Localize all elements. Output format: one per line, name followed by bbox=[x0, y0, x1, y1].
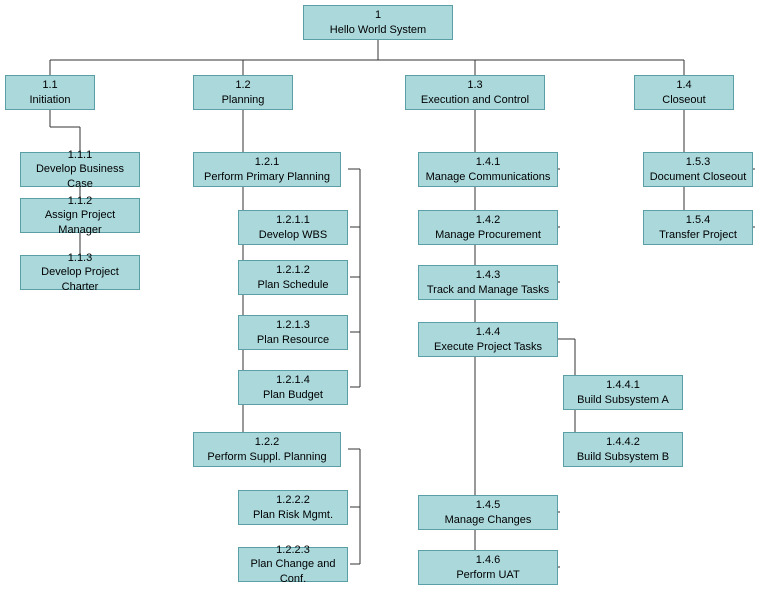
node-112: 1.1.2 Assign Project Manager bbox=[20, 198, 140, 233]
node-144: 1.4.4 Execute Project Tasks bbox=[418, 322, 558, 357]
node-121-label: Perform Primary Planning bbox=[204, 170, 330, 184]
node-12-label: Planning bbox=[222, 93, 265, 107]
node-1211: 1.2.1.1 Develop WBS bbox=[238, 210, 348, 245]
node-142-id: 1.4.2 bbox=[476, 213, 500, 227]
node-112-label: Assign Project Manager bbox=[25, 208, 135, 237]
node-122: 1.2.2 Perform Suppl. Planning bbox=[193, 432, 341, 467]
node-1213: 1.2.1.3 Plan Resource bbox=[238, 315, 348, 350]
node-1212-label: Plan Schedule bbox=[258, 278, 329, 292]
node-1214-id: 1.2.1.4 bbox=[276, 373, 310, 387]
node-12-id: 1.2 bbox=[235, 78, 250, 92]
node-145-id: 1.4.5 bbox=[476, 498, 500, 512]
node-141-label: Manage Communications bbox=[426, 170, 551, 184]
node-112-id: 1.1.2 bbox=[68, 194, 92, 208]
node-1441-label: Build Subsystem A bbox=[577, 393, 669, 407]
node-1442-id: 1.4.4.2 bbox=[606, 435, 640, 449]
node-1212-id: 1.2.1.2 bbox=[276, 263, 310, 277]
node-122-label: Perform Suppl. Planning bbox=[207, 450, 326, 464]
node-root-id: 1 bbox=[375, 8, 381, 22]
node-143-label: Track and Manage Tasks bbox=[427, 283, 549, 297]
node-14: 1.4 Closeout bbox=[634, 75, 734, 110]
node-143: 1.4.3 Track and Manage Tasks bbox=[418, 265, 558, 300]
node-146-id: 1.4.6 bbox=[476, 553, 500, 567]
node-14-id: 1.4 bbox=[676, 78, 691, 92]
node-154-label: Transfer Project bbox=[659, 228, 737, 242]
node-142: 1.4.2 Manage Procurement bbox=[418, 210, 558, 245]
node-1222-label: Plan Risk Mgmt. bbox=[253, 508, 333, 522]
node-142-label: Manage Procurement bbox=[435, 228, 541, 242]
node-1441-id: 1.4.4.1 bbox=[606, 378, 640, 392]
node-154: 1.5.4 Transfer Project bbox=[643, 210, 753, 245]
node-13-id: 1.3 bbox=[467, 78, 482, 92]
node-11: 1.1 Initiation bbox=[5, 75, 95, 110]
node-1222-id: 1.2.2.2 bbox=[276, 493, 310, 507]
node-13: 1.3 Execution and Control bbox=[405, 75, 545, 110]
node-146-label: Perform UAT bbox=[456, 568, 519, 582]
node-121-id: 1.2.1 bbox=[255, 155, 279, 169]
node-145-label: Manage Changes bbox=[445, 513, 532, 527]
node-1213-id: 1.2.1.3 bbox=[276, 318, 310, 332]
node-1442: 1.4.4.2 Build Subsystem B bbox=[563, 432, 683, 467]
node-141-id: 1.4.1 bbox=[476, 155, 500, 169]
node-1223: 1.2.2.3 Plan Change and Conf. bbox=[238, 547, 348, 582]
node-1222: 1.2.2.2 Plan Risk Mgmt. bbox=[238, 490, 348, 525]
node-153-label: Document Closeout bbox=[650, 170, 747, 184]
node-14-label: Closeout bbox=[662, 93, 705, 107]
node-111-label: Develop Business Case bbox=[25, 162, 135, 191]
node-1442-label: Build Subsystem B bbox=[577, 450, 669, 464]
node-11-label: Initiation bbox=[30, 93, 71, 107]
node-1211-label: Develop WBS bbox=[259, 228, 327, 242]
node-111-id: 1.1.1 bbox=[68, 148, 92, 162]
node-root: 1 Hello World System bbox=[303, 5, 453, 40]
node-1214-label: Plan Budget bbox=[263, 388, 323, 402]
node-1223-id: 1.2.2.3 bbox=[276, 543, 310, 557]
node-153: 1.5.3 Document Closeout bbox=[643, 152, 753, 187]
node-root-label: Hello World System bbox=[330, 23, 426, 37]
node-1212: 1.2.1.2 Plan Schedule bbox=[238, 260, 348, 295]
node-141: 1.4.1 Manage Communications bbox=[418, 152, 558, 187]
node-144-id: 1.4.4 bbox=[476, 325, 500, 339]
node-154-id: 1.5.4 bbox=[686, 213, 710, 227]
node-121: 1.2.1 Perform Primary Planning bbox=[193, 152, 341, 187]
node-113-label: Develop Project Charter bbox=[25, 265, 135, 294]
node-111: 1.1.1 Develop Business Case bbox=[20, 152, 140, 187]
node-113-id: 1.1.3 bbox=[68, 251, 92, 265]
node-13-label: Execution and Control bbox=[421, 93, 529, 107]
node-1223-label: Plan Change and Conf. bbox=[243, 557, 343, 586]
wbs-diagram: 1 Hello World System 1.1 Initiation 1.2 … bbox=[0, 0, 764, 601]
node-1441: 1.4.4.1 Build Subsystem A bbox=[563, 375, 683, 410]
node-12: 1.2 Planning bbox=[193, 75, 293, 110]
node-1214: 1.2.1.4 Plan Budget bbox=[238, 370, 348, 405]
node-122-id: 1.2.2 bbox=[255, 435, 279, 449]
node-146: 1.4.6 Perform UAT bbox=[418, 550, 558, 585]
node-153-id: 1.5.3 bbox=[686, 155, 710, 169]
node-1213-label: Plan Resource bbox=[257, 333, 329, 347]
node-1211-id: 1.2.1.1 bbox=[276, 213, 310, 227]
node-143-id: 1.4.3 bbox=[476, 268, 500, 282]
node-144-label: Execute Project Tasks bbox=[434, 340, 542, 354]
node-145: 1.4.5 Manage Changes bbox=[418, 495, 558, 530]
node-113: 1.1.3 Develop Project Charter bbox=[20, 255, 140, 290]
node-11-id: 1.1 bbox=[42, 78, 57, 92]
